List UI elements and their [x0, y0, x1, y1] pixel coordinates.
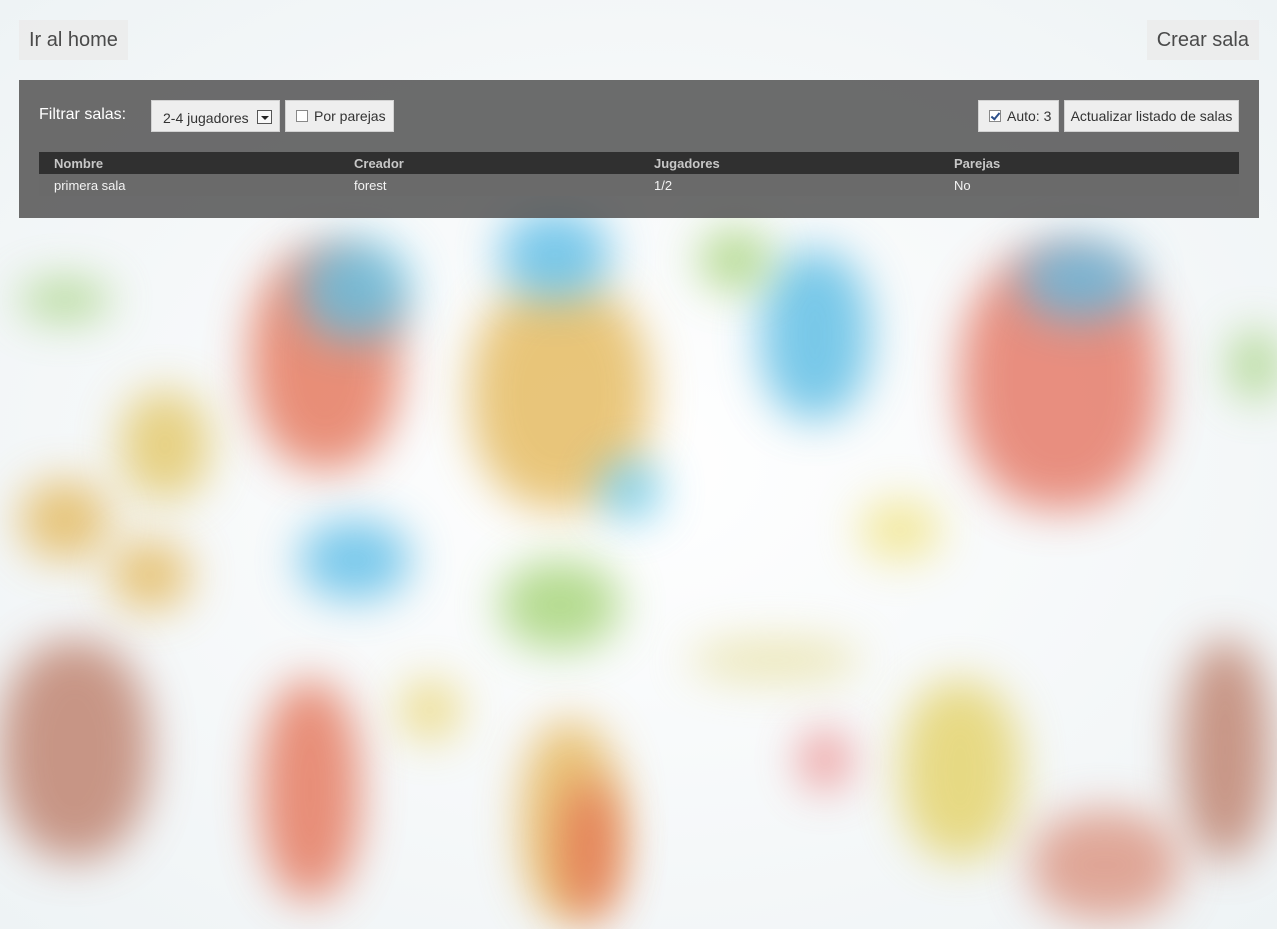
- column-header-creator: Creador: [339, 152, 639, 174]
- rooms-table: Nombre Creador Jugadores Parejas primera…: [39, 152, 1239, 196]
- filter-label: Filtrar salas:: [39, 106, 127, 123]
- room-players-cell: 1/2: [639, 174, 939, 196]
- room-name-cell: primera sala: [39, 174, 339, 196]
- pairs-filter-checkbox[interactable]: Por parejas: [285, 100, 394, 132]
- column-header-players: Jugadores: [639, 152, 939, 174]
- pairs-filter-label: Por parejas: [314, 108, 386, 124]
- refresh-rooms-button[interactable]: Actualizar listado de salas: [1064, 100, 1239, 132]
- players-filter-select[interactable]: 2-4 jugadores: [151, 100, 280, 132]
- checkbox-checked-icon[interactable]: [989, 110, 1001, 123]
- room-pairs-cell: No: [939, 174, 1239, 196]
- go-home-button[interactable]: Ir al home: [19, 20, 128, 60]
- players-filter-value: 2-4 jugadores: [163, 110, 249, 126]
- table-header-row: Nombre Creador Jugadores Parejas: [39, 152, 1239, 174]
- chevron-down-icon: [257, 110, 272, 124]
- column-header-pairs: Parejas: [939, 152, 1239, 174]
- checkbox-icon[interactable]: [296, 110, 308, 123]
- create-room-button[interactable]: Crear sala: [1146, 20, 1259, 60]
- auto-refresh-checkbox[interactable]: Auto: 3: [978, 100, 1059, 132]
- column-header-name: Nombre: [39, 152, 339, 174]
- auto-refresh-label: Auto: 3: [1007, 108, 1052, 124]
- room-creator-cell: forest: [339, 174, 639, 196]
- rooms-panel: Filtrar salas: 2-4 jugadores Por parejas…: [19, 80, 1259, 218]
- table-row[interactable]: primera sala forest 1/2 No: [39, 174, 1239, 196]
